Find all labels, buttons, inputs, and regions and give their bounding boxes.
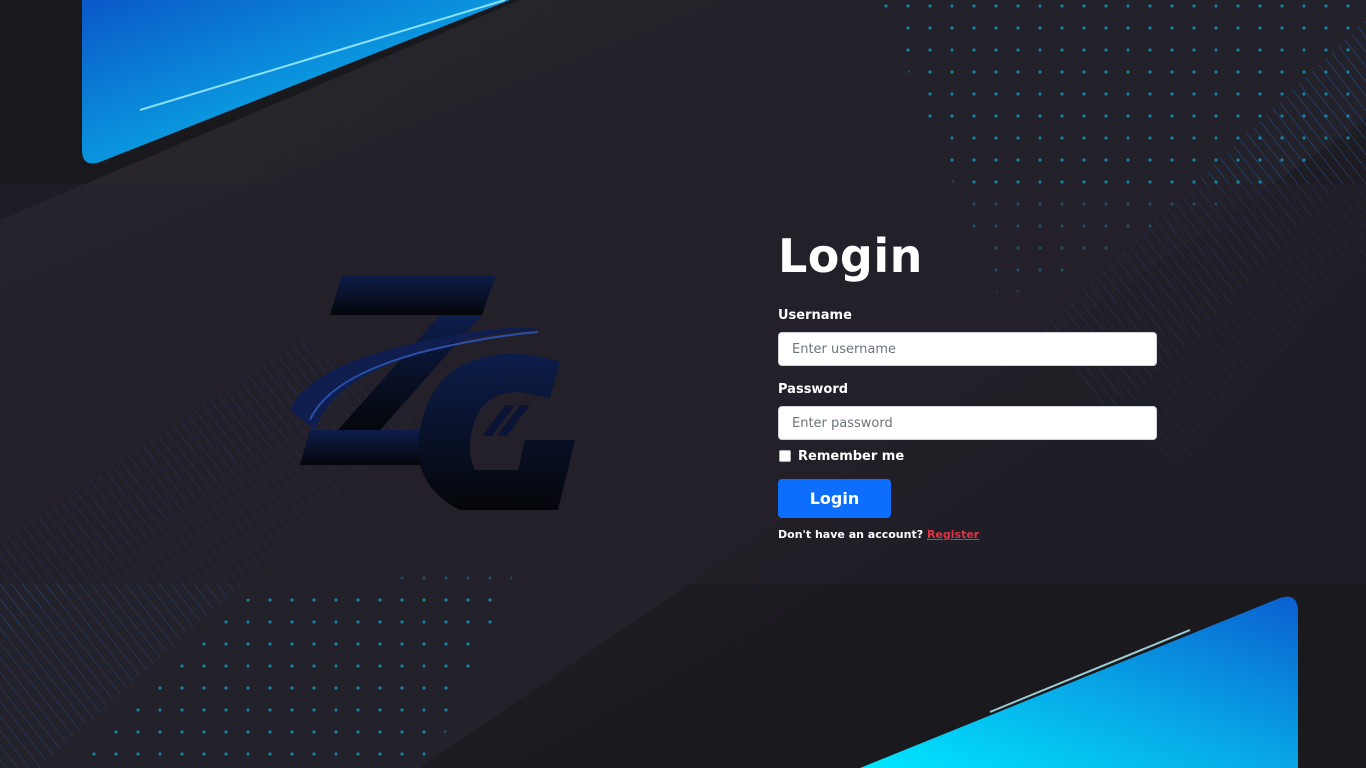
login-button[interactable]: Login: [778, 479, 891, 518]
remember-me-row: Remember me: [778, 449, 1158, 464]
login-page: Login Username Password Remember me Logi…: [0, 0, 1366, 768]
register-prompt-text: Don't have an account?: [778, 528, 924, 541]
username-input[interactable]: [778, 332, 1157, 366]
password-label: Password: [778, 382, 849, 397]
zg-logo-icon: [290, 275, 575, 510]
password-input[interactable]: [778, 406, 1157, 440]
register-prompt: Don't have an account? Register: [778, 528, 1158, 542]
remember-me-checkbox[interactable]: [779, 450, 791, 462]
page-title: Login: [778, 229, 923, 283]
remember-me-label[interactable]: Remember me: [798, 449, 904, 464]
login-form: Login Username Password Remember me Logi…: [778, 226, 1158, 542]
content-band: [0, 184, 1366, 584]
username-label: Username: [778, 308, 852, 323]
register-link[interactable]: Register: [927, 528, 979, 541]
